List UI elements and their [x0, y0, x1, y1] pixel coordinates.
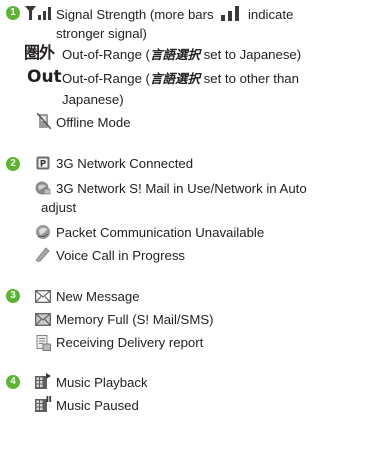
- section-number-3: 3: [6, 289, 20, 303]
- signal-strength-label-2: indicate: [247, 7, 294, 22]
- signal-strength-label: Signal Strength (more bars: [56, 7, 214, 22]
- signal-bars-inline-icon: [221, 6, 240, 21]
- oor-other-label-a: Out-of-Range (: [62, 71, 150, 86]
- new-message-text: New Message: [56, 289, 140, 304]
- out-of-range-japanese-icon: 圏外: [24, 43, 55, 62]
- smail-network-continuation: adjust: [41, 200, 77, 215]
- oor-jp-language-term: 言語選択: [149, 47, 200, 62]
- svg-text:P: P: [40, 160, 46, 170]
- memory-full-text: Memory Full (S! Mail/SMS): [56, 312, 214, 327]
- smail-network-icon: [35, 181, 51, 195]
- 3g-network-icon: P: [36, 156, 50, 170]
- packet-unavailable-text: Packet Communication Unavailable: [56, 225, 265, 240]
- music-paused-text: Music Paused: [56, 398, 139, 413]
- out-of-range-other-continuation: Japanese): [62, 92, 124, 107]
- out-of-range-other-text: Out-of-Range (言語選択 set to other than: [62, 71, 299, 87]
- oor-other-label-b: set to other than: [199, 71, 299, 86]
- voice-call-icon: [36, 247, 50, 262]
- section-number-4: 4: [6, 375, 20, 389]
- voice-call-text: Voice Call in Progress: [56, 248, 186, 263]
- signal-strength-text: Signal Strength (more bars indicate: [56, 6, 293, 23]
- packet-unavailable-icon: [36, 225, 50, 239]
- delivery-report-text: Receiving Delivery report: [56, 335, 204, 350]
- section-number-1: 1: [6, 6, 20, 20]
- new-message-icon: [35, 290, 51, 303]
- delivery-report-icon: [36, 335, 51, 351]
- offline-mode-icon: [37, 113, 51, 129]
- out-of-range-other-icon: Out: [27, 67, 62, 87]
- oor-other-language-term: 言語選択: [149, 71, 200, 86]
- memory-full-icon: [35, 313, 51, 326]
- 3g-network-text: 3G Network Connected: [56, 156, 194, 171]
- out-of-range-japanese-text: Out-of-Range (言語選択 set to Japanese): [62, 47, 301, 63]
- oor-jp-label-a: Out-of-Range (: [62, 47, 150, 62]
- music-playback-text: Music Playback: [56, 375, 148, 390]
- signal-strength-icon: [25, 6, 51, 20]
- music-paused-icon: [35, 396, 52, 412]
- section-number-2: 2: [6, 157, 20, 171]
- offline-mode-text: Offline Mode: [56, 115, 131, 130]
- oor-jp-label-b: set to Japanese): [199, 47, 302, 62]
- smail-network-text: 3G Network S! Mail in Use/Network in Aut…: [56, 181, 307, 196]
- signal-strength-continuation: stronger signal): [56, 26, 147, 41]
- music-playback-icon: [35, 373, 51, 389]
